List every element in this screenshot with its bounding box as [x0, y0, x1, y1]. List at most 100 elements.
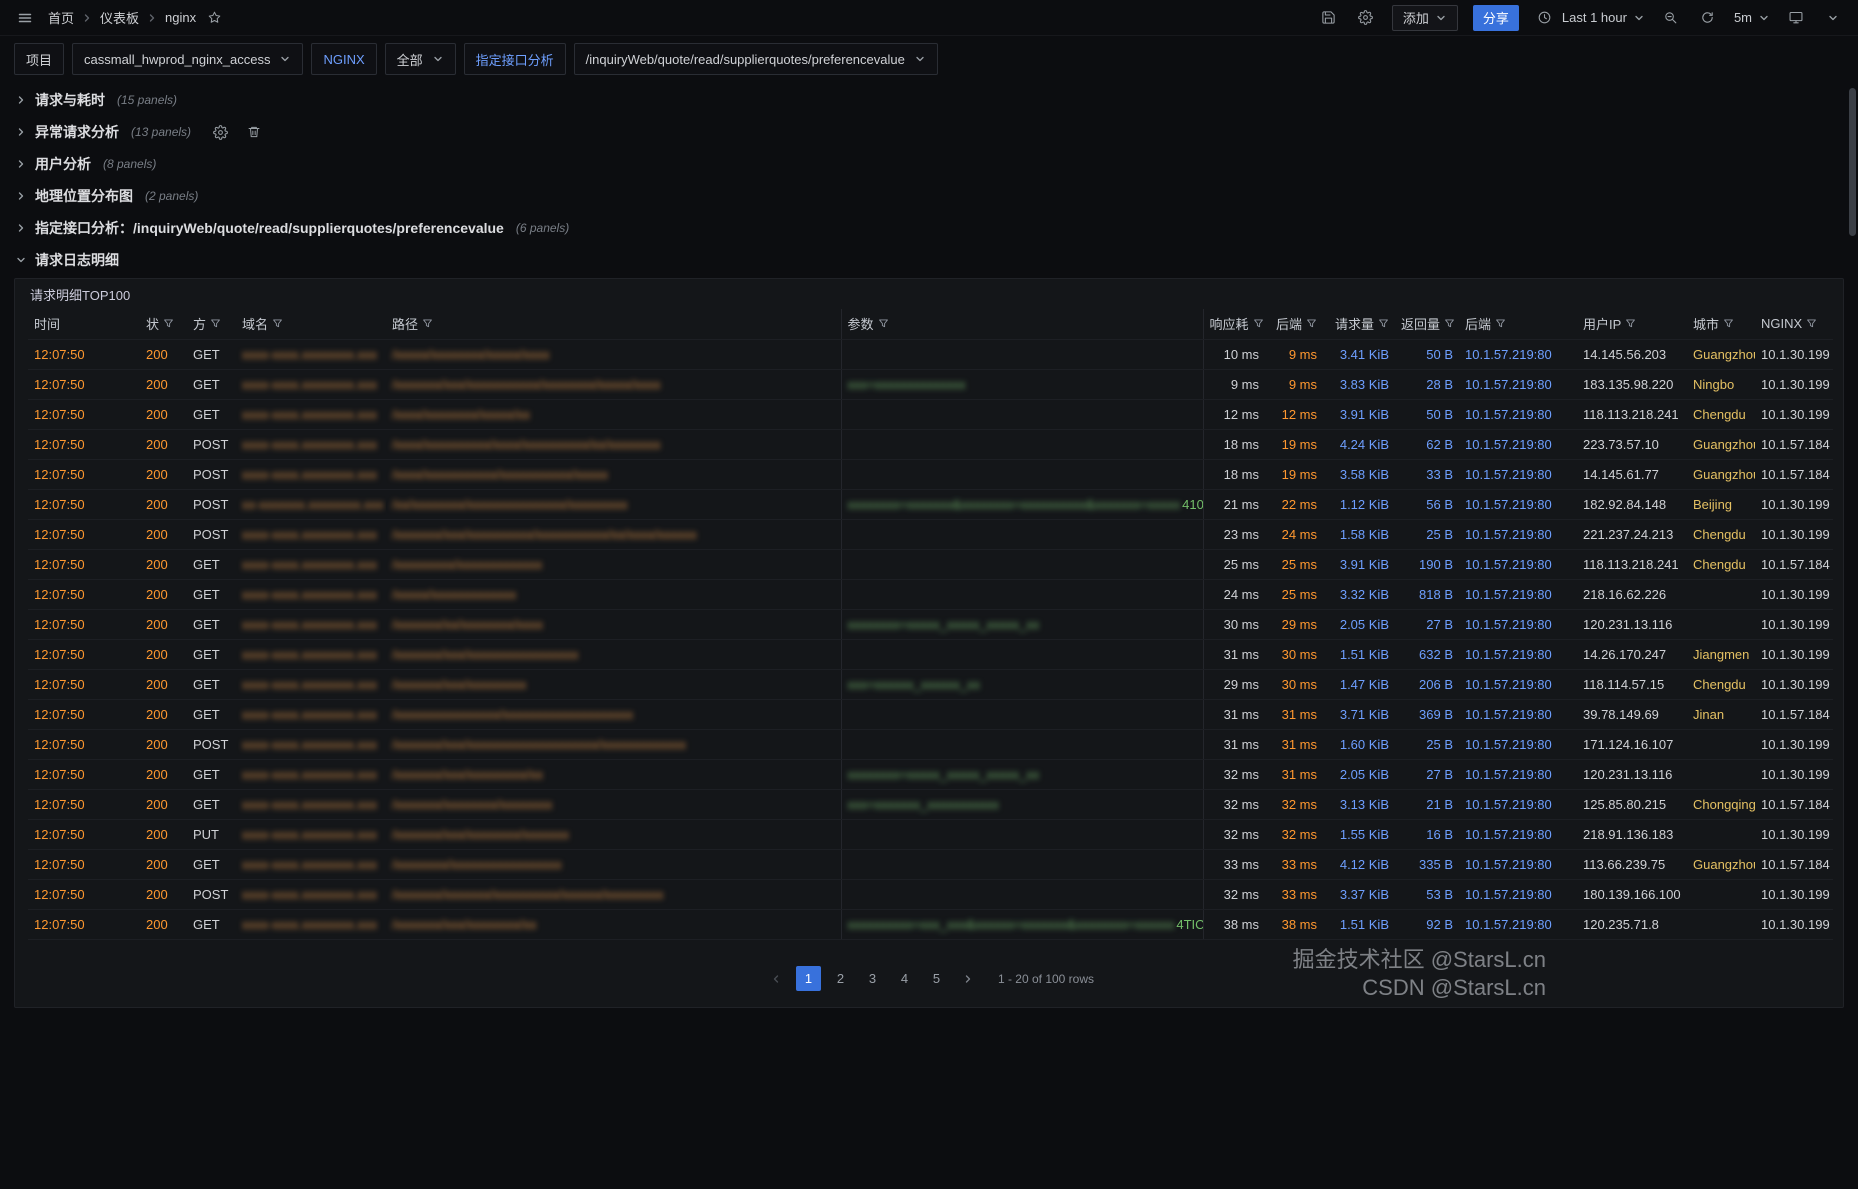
cell-method: POST [187, 519, 236, 550]
table-row: 12:07:50 200 POST xxxx-xxxx.xxxxxxxx.xxx/xx… [28, 519, 1833, 550]
filter-icon[interactable] [1253, 318, 1264, 329]
table-row: 12:07:50 200 GET xxxx-xxxx.xxxxxxxx.xxx/xxx… [28, 789, 1833, 820]
star-icon[interactable] [203, 7, 225, 29]
column-header[interactable]: NGINX [1755, 309, 1833, 340]
save-icon[interactable] [1318, 7, 1340, 29]
variable-text: 项目 [26, 52, 53, 68]
breadcrumb-item[interactable]: 仪表板 [100, 8, 139, 27]
hamburger-menu-icon[interactable] [14, 7, 36, 29]
column-header[interactable]: 域名 [236, 309, 386, 340]
filter-icon[interactable] [210, 318, 221, 329]
page-button[interactable]: 3 [860, 966, 885, 991]
section-actions [211, 123, 263, 141]
column-header[interactable]: 城市 [1687, 309, 1755, 340]
page-button[interactable]: 2 [828, 966, 853, 991]
cell-time: 12:07:50 [28, 699, 140, 730]
cell-city: Chongqing [1687, 789, 1755, 820]
column-header[interactable]: 状 [140, 309, 187, 340]
cell-response-time: 33 ms [1202, 849, 1265, 880]
section-row-collapsed[interactable]: 请求与耗时 (15 panels) [6, 84, 1852, 116]
filter-icon[interactable] [1444, 318, 1455, 329]
cell-path: /xxxxxxx/xxx/xxxxxxxxxxx/xxxxxxxx/xxxxx/… [386, 369, 841, 400]
cell-domain: xxxx-xxxx.xxxxxxxx.xxx [236, 759, 386, 790]
cell-time: 12:07:50 [28, 909, 140, 940]
time-range-picker[interactable]: Last 1 hour [1534, 7, 1645, 29]
page-button[interactable]: 4 [892, 966, 917, 991]
column-header[interactable]: 方 [187, 309, 236, 340]
variable-select[interactable]: cassmall_hwprod_nginx_access [72, 43, 304, 75]
cell-method: GET [187, 369, 236, 400]
filter-icon[interactable] [1806, 318, 1817, 329]
cell-status: 200 [140, 339, 187, 370]
cell-request-size: 2.05 KiB [1323, 609, 1395, 640]
cell-method: PUT [187, 819, 236, 850]
column-header[interactable]: 返回量 [1395, 309, 1459, 340]
next-page-button[interactable] [956, 966, 981, 991]
variable-select[interactable]: 全部 [384, 43, 456, 75]
filter-icon[interactable] [1306, 318, 1317, 329]
chevron-down-icon[interactable] [1822, 7, 1844, 29]
section-row-expanded[interactable]: 请求日志明细 [6, 244, 1852, 276]
page-button[interactable]: 1 [795, 966, 821, 991]
gear-icon[interactable] [1355, 7, 1377, 29]
cell-city [1687, 579, 1755, 610]
filter-icon[interactable] [1495, 318, 1506, 329]
redacted-domain: xx-xxxxxxx.xxxxxxxx.xxx [242, 496, 384, 512]
refresh-interval-dropdown[interactable]: 5m [1734, 10, 1770, 25]
filter-icon[interactable] [272, 318, 283, 329]
filter-icon[interactable] [1723, 318, 1734, 329]
column-header[interactable]: 后端 [1459, 309, 1577, 340]
cell-time: 12:07:50 [28, 759, 140, 790]
column-header[interactable]: 请求量 [1323, 309, 1395, 340]
breadcrumb-item[interactable]: 首页 [48, 8, 74, 27]
filter-icon[interactable] [422, 318, 433, 329]
column-header[interactable]: 用户IP [1577, 309, 1687, 340]
monitor-icon[interactable] [1785, 7, 1807, 29]
column-header[interactable]: 路径 [386, 309, 841, 340]
gear-icon[interactable] [211, 123, 229, 141]
redacted-domain: xxxx-xxxx.xxxxxxxx.xxx [242, 556, 378, 572]
cell-status: 200 [140, 369, 187, 400]
cell-user-ip: 14.26.170.247 [1577, 639, 1687, 670]
add-button[interactable]: 添加 [1391, 4, 1458, 31]
cell-params [840, 429, 1203, 460]
cell-method: GET [187, 759, 236, 790]
filter-icon[interactable] [1378, 318, 1389, 329]
cell-return-size: 50 B [1395, 399, 1459, 430]
cell-domain: xxxx-xxxx.xxxxxxxx.xxx [236, 669, 386, 700]
cell-backend-ip: 10.1.57.219:80 [1459, 369, 1577, 400]
trash-icon[interactable] [245, 123, 263, 141]
filter-icon[interactable] [163, 318, 174, 329]
grafana-dashboard: 首页 仪表板 nginx 添加 分享 Last 1 hour 5m 项目 cas… [0, 0, 1858, 1189]
share-button[interactable]: 分享 [1472, 4, 1519, 31]
cell-backend-ip: 10.1.57.219:80 [1459, 669, 1577, 700]
zoom-out-icon[interactable] [1660, 7, 1682, 29]
cell-status: 200 [140, 879, 187, 910]
page-button[interactable]: 5 [924, 966, 949, 991]
prev-page-button[interactable] [764, 966, 789, 991]
section-row-collapsed[interactable]: 指定接口分析：/inquiryWeb/quote/read/supplierqu… [6, 212, 1852, 244]
redacted-domain: xxxx-xxxx.xxxxxxxx.xxx [242, 826, 378, 842]
cell-path: /xxxxxxx/xxx/xxxxxxxxxx/xxxxxxxxxxx/xx/x… [386, 519, 841, 550]
column-header[interactable]: 后端 [1265, 309, 1323, 340]
section-row-collapsed[interactable]: 地理位置分布图 (2 panels) [6, 180, 1852, 212]
cell-nginx-ip: 10.1.30.199 [1755, 519, 1833, 550]
refresh-icon[interactable] [1697, 7, 1719, 29]
section-row-collapsed[interactable]: 用户分析 (8 panels) [6, 148, 1852, 180]
chevron-down-icon [15, 254, 27, 266]
filter-icon[interactable] [1625, 318, 1636, 329]
cell-user-ip: 171.124.16.107 [1577, 729, 1687, 760]
breadcrumb-item[interactable]: nginx [165, 10, 196, 25]
column-header[interactable]: 参数 [840, 309, 1203, 340]
variable-select[interactable]: /inquiryWeb/quote/read/supplierquotes/pr… [573, 43, 938, 75]
column-header[interactable]: 时间 [28, 309, 140, 340]
column-header[interactable]: 响应耗 [1202, 309, 1265, 340]
filter-icon[interactable] [878, 318, 889, 329]
redacted-path: /xxxx/xxxxxxxx/xxxxx/xx [392, 406, 530, 422]
section-row-collapsed[interactable]: 异常请求分析 (13 panels) [6, 116, 1852, 148]
cell-response-time: 38 ms [1202, 909, 1265, 940]
cell-backend-ip: 10.1.57.219:80 [1459, 339, 1577, 370]
scrollbar[interactable] [1849, 88, 1856, 236]
redacted-path: /xxxxxxx/xxx/xxxxxxxx/xx [392, 916, 537, 932]
cell-path: /xxxxxxxxxxxxxxxx/xxxxxxxxxxxxxxxxxxxx [386, 699, 841, 730]
